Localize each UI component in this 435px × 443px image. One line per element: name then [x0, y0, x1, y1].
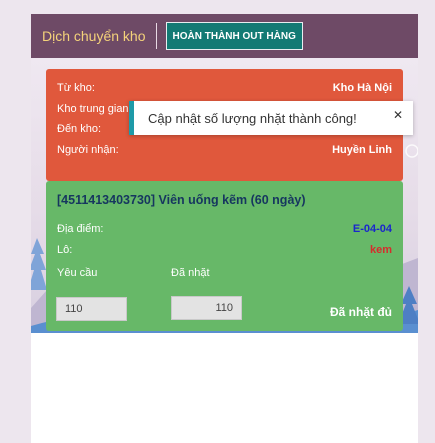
from-warehouse-value: Kho Hà Nội: [332, 82, 392, 94]
lot-row: Lô: kem: [57, 244, 392, 260]
receiver-row: Người nhận: Huyền Linh: [57, 144, 392, 160]
from-warehouse-row: Từ kho: Kho Hà Nội: [57, 82, 392, 98]
requested-qty-field: [56, 297, 127, 321]
location-label: Địa điểm:: [57, 223, 104, 235]
requested-qty-label: Yêu cầu: [57, 267, 98, 279]
product-card[interactable]: [4511413403730] Viên uống kẽm (60 ngày) …: [46, 181, 403, 331]
receiver-value: Huyền Linh: [332, 144, 392, 156]
from-warehouse-label: Từ kho:: [57, 82, 95, 94]
location-value: E-04-04: [352, 223, 392, 235]
complete-out-button[interactable]: HOÀN THÀNH OUT HÀNG: [165, 22, 303, 50]
header-divider: [155, 23, 157, 49]
page-title: Dịch chuyển kho: [42, 28, 146, 44]
receiver-label: Người nhận:: [57, 144, 119, 156]
picked-qty-label: Đã nhặt: [171, 267, 210, 279]
location-row: Địa điểm: E-04-04: [57, 223, 392, 239]
top-bar: Dịch chuyển kho HOÀN THÀNH OUT HÀNG: [31, 14, 418, 58]
lot-label: Lô:: [57, 244, 73, 256]
picked-status-text: Đã nhặt đủ: [330, 305, 392, 319]
transit-warehouse-label: Kho trung gian:: [57, 103, 132, 115]
toast-message: Cập nhật số lượng nhặt thành công!: [148, 110, 357, 126]
to-warehouse-label: Đến kho:: [57, 123, 102, 135]
product-title: [4511413403730] Viên uống kẽm (60 ngày): [57, 193, 306, 207]
lot-value: kem: [369, 244, 392, 256]
success-toast: Cập nhật số lượng nhặt thành công! ✕: [129, 101, 413, 135]
close-icon[interactable]: ✕: [393, 108, 403, 122]
app-window: Dịch chuyển kho HOÀN THÀNH OUT HÀNG Từ k…: [31, 14, 418, 443]
picked-qty-input[interactable]: [171, 296, 242, 320]
content-blank-area: [31, 333, 418, 443]
